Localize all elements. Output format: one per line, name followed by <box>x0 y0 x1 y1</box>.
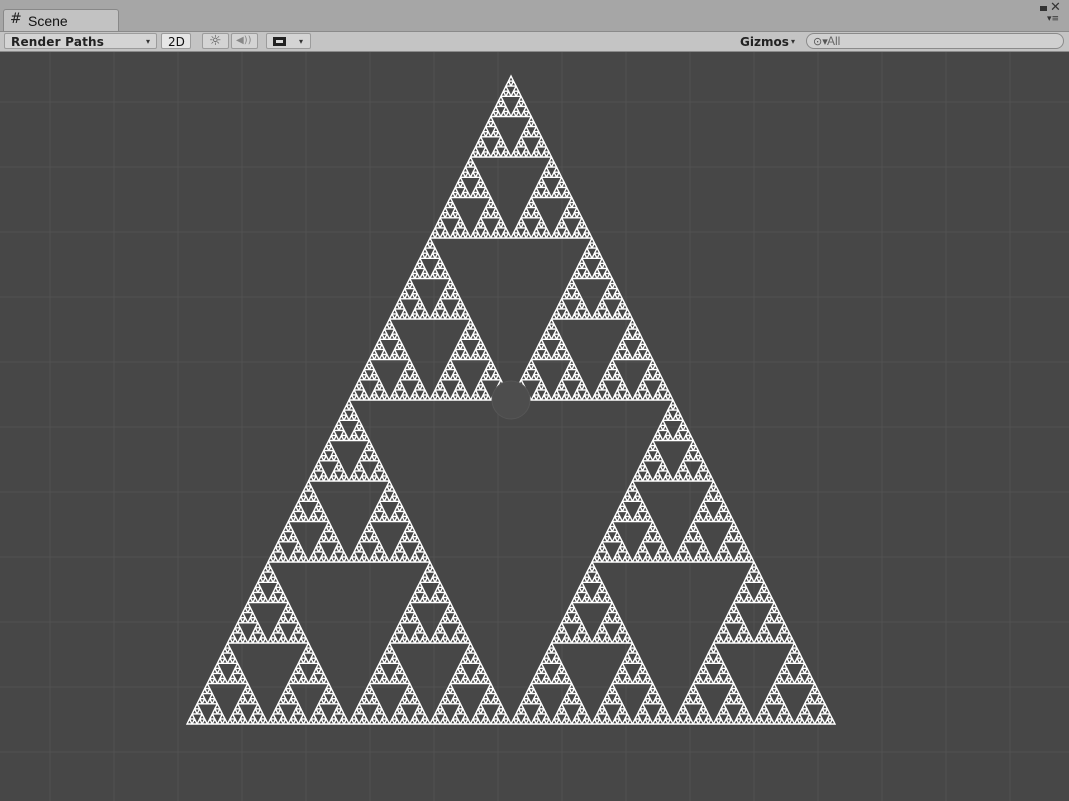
render-mode-dropdown[interactable]: Render Paths ▾ <box>4 33 157 49</box>
scene-viewport[interactable] <box>0 52 1069 801</box>
search-icon: ⊙▾ <box>813 35 828 48</box>
scene-pivot-gizmo[interactable] <box>491 380 531 420</box>
scene-canvas <box>0 52 1069 801</box>
maximize-icon[interactable] <box>1040 6 1047 11</box>
scene-grid-icon: # <box>10 11 22 27</box>
lighting-toggle-button[interactable]: ☼ <box>202 33 229 49</box>
panel-menu-icon[interactable]: ▾≡ <box>1047 14 1059 24</box>
tab-scene[interactable]: # Scene <box>3 9 119 31</box>
image-effects-icon <box>273 37 286 46</box>
effects-dropdown-button[interactable]: ▾ <box>266 33 311 49</box>
tab-label: Scene <box>28 13 68 29</box>
audio-toggle-button[interactable]: ◀)) <box>231 33 258 49</box>
window-tab-bar: # Scene ✕ ▾≡ <box>0 0 1069 32</box>
chevron-down-icon: ▾ <box>299 37 304 46</box>
search-input[interactable] <box>827 34 1047 48</box>
close-icon[interactable]: ✕ <box>1050 0 1061 15</box>
chevron-down-icon: ▾ <box>146 37 151 46</box>
window-controls: ✕ ▾≡ <box>1037 0 1063 28</box>
chevron-down-icon: ▾ <box>791 37 796 46</box>
speaker-icon: ◀)) <box>236 35 252 46</box>
gizmos-label: Gizmos <box>740 35 789 49</box>
sun-icon: ☼ <box>209 33 222 49</box>
2d-mode-label: 2D <box>168 35 185 49</box>
render-mode-label: Render Paths <box>11 35 105 49</box>
hierarchy-search-field[interactable]: ⊙▾ <box>806 33 1064 49</box>
2d-mode-button[interactable]: 2D <box>161 33 191 49</box>
scene-toolbar: Render Paths ▾ 2D ☼ ◀)) ▾ Gizmos ▾ ⊙▾ <box>0 32 1069 52</box>
gizmos-dropdown[interactable]: Gizmos ▾ <box>733 33 801 49</box>
